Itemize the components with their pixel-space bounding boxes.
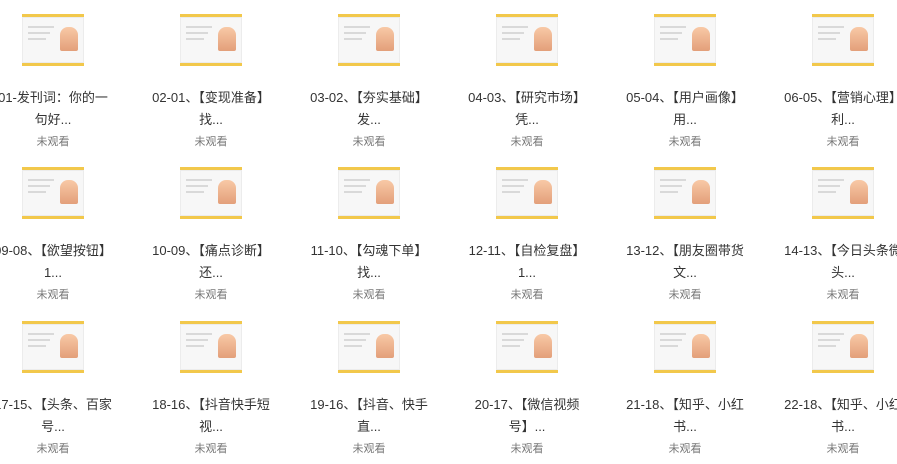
video-title[interactable]: 01-发刊词：你的一句好... [0,87,113,131]
video-card[interactable]: 04-03、【研究市场】凭... 未观看 [462,0,592,150]
watch-status: 未观看 [826,289,860,301]
watch-status: 未观看 [826,443,860,455]
video-thumbnail[interactable] [22,321,84,373]
video-thumbnail[interactable] [22,167,84,219]
watch-status: 未观看 [668,136,702,148]
video-card[interactable]: 22-18、【知乎、小红书... 未观看 [778,307,897,457]
video-card[interactable]: 10-09、【痛点诊断】还... 未观看 [146,153,276,303]
watch-status: 未观看 [36,443,70,455]
video-card[interactable]: 19-16、【抖音、快手直... 未观看 [304,307,434,457]
video-thumbnail[interactable] [338,167,400,219]
video-card[interactable]: 06-05、【营销心理】利... 未观看 [778,0,897,150]
video-thumbnail[interactable] [496,167,558,219]
watch-status: 未观看 [36,289,70,301]
video-title[interactable]: 19-16、【抖音、快手直... [309,394,429,438]
watch-status: 未观看 [194,136,228,148]
video-thumbnail[interactable] [338,14,400,66]
video-title[interactable]: 11-10、【勾魂下单】找... [309,240,429,284]
video-title[interactable]: 22-18、【知乎、小红书... [783,394,897,438]
video-title[interactable]: 21-18、【知乎、小红书... [625,394,745,438]
watch-status: 未观看 [352,136,386,148]
watch-status: 未观看 [510,289,544,301]
video-card[interactable]: 03-02、【夯实基础】发... 未观看 [304,0,434,150]
video-grid: 01-发刊词：你的一句好... 未观看 02-01、【变现准备】找... 未观看… [0,0,897,464]
video-title[interactable]: 20-17、【微信视频号】... [467,394,587,438]
watch-status: 未观看 [352,289,386,301]
video-thumbnail[interactable] [496,321,558,373]
watch-status: 未观看 [826,136,860,148]
video-title[interactable]: 02-01、【变现准备】找... [151,87,271,131]
watch-status: 未观看 [36,136,70,148]
watch-status: 未观看 [194,443,228,455]
video-thumbnail[interactable] [180,167,242,219]
video-title[interactable]: 06-05、【营销心理】利... [783,87,897,131]
video-title[interactable]: 09-08、【欲望按钮】1... [0,240,113,284]
watch-status: 未观看 [352,443,386,455]
watch-status: 未观看 [510,443,544,455]
video-title[interactable]: 14-13、【今日头条微头... [783,240,897,284]
video-thumbnail[interactable] [812,14,874,66]
video-title[interactable]: 18-16、【抖音快手短视... [151,394,271,438]
video-card[interactable]: 02-01、【变现准备】找... 未观看 [146,0,276,150]
video-thumbnail[interactable] [338,321,400,373]
video-title[interactable]: 04-03、【研究市场】凭... [467,87,587,131]
video-thumbnail[interactable] [654,14,716,66]
video-card[interactable]: 12-11、【自检复盘】1... 未观看 [462,153,592,303]
watch-status: 未观看 [668,289,702,301]
video-card[interactable]: 21-18、【知乎、小红书... 未观看 [620,307,750,457]
video-card[interactable]: 09-08、【欲望按钮】1... 未观看 [0,153,118,303]
video-thumbnail[interactable] [180,14,242,66]
video-thumbnail[interactable] [654,321,716,373]
video-thumbnail[interactable] [180,321,242,373]
video-title[interactable]: 17-15、【头条、百家号... [0,394,113,438]
video-title[interactable]: 12-11、【自检复盘】1... [467,240,587,284]
video-card[interactable]: 05-04、【用户画像】用... 未观看 [620,0,750,150]
video-card[interactable]: 18-16、【抖音快手短视... 未观看 [146,307,276,457]
watch-status: 未观看 [194,289,228,301]
watch-status: 未观看 [510,136,544,148]
watch-status: 未观看 [668,443,702,455]
video-thumbnail[interactable] [812,321,874,373]
video-thumbnail[interactable] [496,14,558,66]
video-card[interactable]: 01-发刊词：你的一句好... 未观看 [0,0,118,150]
video-thumbnail[interactable] [812,167,874,219]
video-card[interactable]: 17-15、【头条、百家号... 未观看 [0,307,118,457]
video-title[interactable]: 13-12、【朋友圈带货文... [625,240,745,284]
video-thumbnail[interactable] [22,14,84,66]
video-thumbnail[interactable] [654,167,716,219]
video-title[interactable]: 03-02、【夯实基础】发... [309,87,429,131]
video-title[interactable]: 05-04、【用户画像】用... [625,87,745,131]
video-title[interactable]: 10-09、【痛点诊断】还... [151,240,271,284]
video-card[interactable]: 11-10、【勾魂下单】找... 未观看 [304,153,434,303]
video-card[interactable]: 13-12、【朋友圈带货文... 未观看 [620,153,750,303]
video-card[interactable]: 20-17、【微信视频号】... 未观看 [462,307,592,457]
video-card[interactable]: 14-13、【今日头条微头... 未观看 [778,153,897,303]
